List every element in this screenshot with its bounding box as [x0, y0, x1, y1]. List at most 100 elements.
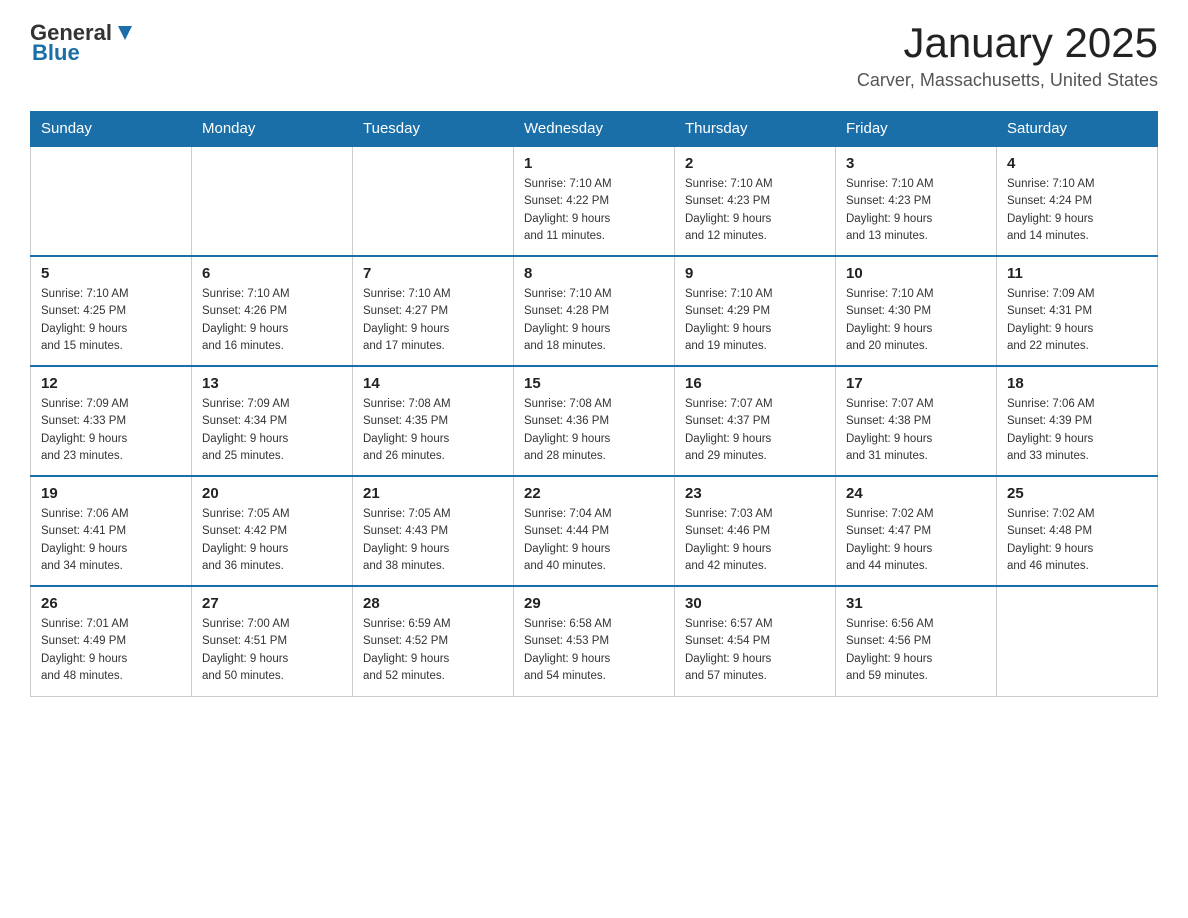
day-info: Sunrise: 7:03 AM Sunset: 4:46 PM Dayligh…	[685, 506, 825, 575]
calendar-week-row: 12 Sunrise: 7:09 AM Sunset: 4:33 PM Dayli…	[31, 366, 1158, 476]
calendar-day-cell: 12 Sunrise: 7:09 AM Sunset: 4:33 PM Dayli…	[31, 366, 192, 476]
day-number: 11	[1007, 265, 1147, 282]
day-info: Sunrise: 7:08 AM Sunset: 4:36 PM Dayligh…	[524, 396, 664, 465]
calendar-day-cell: 24 Sunrise: 7:02 AM Sunset: 4:47 PM Dayli…	[836, 476, 997, 586]
calendar-day-cell: 1 Sunrise: 7:10 AM Sunset: 4:22 PM Daylig…	[514, 146, 675, 256]
day-number: 3	[846, 155, 986, 172]
day-number: 6	[202, 265, 342, 282]
calendar-week-row: 19 Sunrise: 7:06 AM Sunset: 4:41 PM Dayli…	[31, 476, 1158, 586]
day-number: 28	[363, 595, 503, 612]
calendar-day-cell: 21Sunrise: 7:05 AM Sunset: 4:43 PM Dayli…	[353, 476, 514, 586]
day-number: 16	[685, 375, 825, 392]
day-info: Sunrise: 6:57 AM Sunset: 4:54 PM Dayligh…	[685, 616, 825, 685]
weekday-header-friday: Friday	[836, 112, 997, 147]
day-info: Sunrise: 7:10 AM Sunset: 4:28 PM Dayligh…	[524, 286, 664, 355]
day-number: 9	[685, 265, 825, 282]
weekday-header-wednesday: Wednesday	[514, 112, 675, 147]
day-number: 30	[685, 595, 825, 612]
day-info: Sunrise: 7:06 AM Sunset: 4:41 PM Dayligh…	[41, 506, 181, 575]
day-info: Sunrise: 7:10 AM Sunset: 4:25 PM Dayligh…	[41, 286, 181, 355]
calendar-day-cell: 20 Sunrise: 7:05 AM Sunset: 4:42 PM Dayli…	[192, 476, 353, 586]
day-number: 31	[846, 595, 986, 612]
calendar-day-cell: 6 Sunrise: 7:10 AM Sunset: 4:26 PM Daylig…	[192, 256, 353, 366]
day-number: 24	[846, 485, 986, 502]
calendar-day-cell: 25 Sunrise: 7:02 AM Sunset: 4:48 PM Dayli…	[997, 476, 1158, 586]
calendar-subtitle: Carver, Massachusetts, United States	[857, 70, 1158, 91]
day-info: Sunrise: 7:02 AM Sunset: 4:47 PM Dayligh…	[846, 506, 986, 575]
day-number: 20	[202, 485, 342, 502]
day-number: 19	[41, 485, 181, 502]
day-info: Sunrise: 6:59 AM Sunset: 4:52 PM Dayligh…	[363, 616, 503, 685]
calendar-day-cell: 23 Sunrise: 7:03 AM Sunset: 4:46 PM Dayli…	[675, 476, 836, 586]
calendar-day-cell: 10 Sunrise: 7:10 AM Sunset: 4:30 PM Dayli…	[836, 256, 997, 366]
calendar-day-cell: 16 Sunrise: 7:07 AM Sunset: 4:37 PM Dayli…	[675, 366, 836, 476]
weekday-header-tuesday: Tuesday	[353, 112, 514, 147]
calendar-day-cell: 22 Sunrise: 7:04 AM Sunset: 4:44 PM Dayli…	[514, 476, 675, 586]
page-header: General Blue January 2025 Carver, Massac…	[30, 20, 1158, 91]
calendar-day-cell: 19 Sunrise: 7:06 AM Sunset: 4:41 PM Dayli…	[31, 476, 192, 586]
day-info: Sunrise: 7:09 AM Sunset: 4:33 PM Dayligh…	[41, 396, 181, 465]
day-number: 14	[363, 375, 503, 392]
day-info: Sunrise: 7:10 AM Sunset: 4:27 PM Dayligh…	[363, 286, 503, 355]
calendar-day-cell: 27Sunrise: 7:00 AM Sunset: 4:51 PM Dayli…	[192, 586, 353, 696]
day-info: Sunrise: 7:08 AM Sunset: 4:35 PM Dayligh…	[363, 396, 503, 465]
day-info: Sunrise: 7:10 AM Sunset: 4:30 PM Dayligh…	[846, 286, 986, 355]
calendar-empty-cell	[353, 146, 514, 256]
calendar-day-cell: 5 Sunrise: 7:10 AM Sunset: 4:25 PM Daylig…	[31, 256, 192, 366]
day-info: Sunrise: 7:07 AM Sunset: 4:38 PM Dayligh…	[846, 396, 986, 465]
calendar-day-cell: 11 Sunrise: 7:09 AM Sunset: 4:31 PM Dayli…	[997, 256, 1158, 366]
day-number: 2	[685, 155, 825, 172]
calendar-title: January 2025	[857, 20, 1158, 66]
calendar-day-cell: 7 Sunrise: 7:10 AM Sunset: 4:27 PM Daylig…	[353, 256, 514, 366]
calendar-day-cell: 28 Sunrise: 6:59 AM Sunset: 4:52 PM Dayli…	[353, 586, 514, 696]
day-number: 12	[41, 375, 181, 392]
day-number: 4	[1007, 155, 1147, 172]
day-info: Sunrise: 7:05 AM Sunset: 4:43 PM Dayligh…	[363, 506, 503, 575]
calendar-day-cell: 9 Sunrise: 7:10 AM Sunset: 4:29 PM Daylig…	[675, 256, 836, 366]
calendar-week-row: 5 Sunrise: 7:10 AM Sunset: 4:25 PM Daylig…	[31, 256, 1158, 366]
calendar-week-row: 26Sunrise: 7:01 AM Sunset: 4:49 PM Dayli…	[31, 586, 1158, 696]
day-info: Sunrise: 7:00 AM Sunset: 4:51 PM Dayligh…	[202, 616, 342, 685]
day-info: Sunrise: 7:05 AM Sunset: 4:42 PM Dayligh…	[202, 506, 342, 575]
day-number: 25	[1007, 485, 1147, 502]
day-info: Sunrise: 7:10 AM Sunset: 4:29 PM Dayligh…	[685, 286, 825, 355]
day-number: 5	[41, 265, 181, 282]
weekday-header-saturday: Saturday	[997, 112, 1158, 147]
day-number: 1	[524, 155, 664, 172]
day-number: 13	[202, 375, 342, 392]
logo-blue-text: Blue	[32, 40, 80, 66]
day-info: Sunrise: 7:10 AM Sunset: 4:22 PM Dayligh…	[524, 176, 664, 245]
calendar-empty-cell	[192, 146, 353, 256]
day-number: 22	[524, 485, 664, 502]
day-number: 10	[846, 265, 986, 282]
day-number: 18	[1007, 375, 1147, 392]
day-number: 15	[524, 375, 664, 392]
weekday-header-row: SundayMondayTuesdayWednesdayThursdayFrid…	[31, 112, 1158, 147]
calendar-day-cell: 8 Sunrise: 7:10 AM Sunset: 4:28 PM Daylig…	[514, 256, 675, 366]
calendar-empty-cell	[31, 146, 192, 256]
day-info: Sunrise: 6:56 AM Sunset: 4:56 PM Dayligh…	[846, 616, 986, 685]
title-section: January 2025 Carver, Massachusetts, Unit…	[857, 20, 1158, 91]
calendar-day-cell: 15 Sunrise: 7:08 AM Sunset: 4:36 PM Dayli…	[514, 366, 675, 476]
day-info: Sunrise: 6:58 AM Sunset: 4:53 PM Dayligh…	[524, 616, 664, 685]
day-info: Sunrise: 7:10 AM Sunset: 4:26 PM Dayligh…	[202, 286, 342, 355]
day-number: 7	[363, 265, 503, 282]
day-info: Sunrise: 7:10 AM Sunset: 4:23 PM Dayligh…	[846, 176, 986, 245]
day-info: Sunrise: 7:06 AM Sunset: 4:39 PM Dayligh…	[1007, 396, 1147, 465]
weekday-header-sunday: Sunday	[31, 112, 192, 147]
day-info: Sunrise: 7:02 AM Sunset: 4:48 PM Dayligh…	[1007, 506, 1147, 575]
day-number: 17	[846, 375, 986, 392]
day-number: 8	[524, 265, 664, 282]
day-number: 29	[524, 595, 664, 612]
day-info: Sunrise: 7:10 AM Sunset: 4:23 PM Dayligh…	[685, 176, 825, 245]
day-number: 23	[685, 485, 825, 502]
day-info: Sunrise: 7:09 AM Sunset: 4:31 PM Dayligh…	[1007, 286, 1147, 355]
day-info: Sunrise: 7:04 AM Sunset: 4:44 PM Dayligh…	[524, 506, 664, 575]
calendar-day-cell: 31 Sunrise: 6:56 AM Sunset: 4:56 PM Dayli…	[836, 586, 997, 696]
day-info: Sunrise: 7:07 AM Sunset: 4:37 PM Dayligh…	[685, 396, 825, 465]
logo: General Blue	[30, 20, 136, 66]
calendar-empty-cell	[997, 586, 1158, 696]
calendar-day-cell: 17 Sunrise: 7:07 AM Sunset: 4:38 PM Dayli…	[836, 366, 997, 476]
calendar-day-cell: 30 Sunrise: 6:57 AM Sunset: 4:54 PM Dayli…	[675, 586, 836, 696]
day-info: Sunrise: 7:01 AM Sunset: 4:49 PM Dayligh…	[41, 616, 181, 685]
